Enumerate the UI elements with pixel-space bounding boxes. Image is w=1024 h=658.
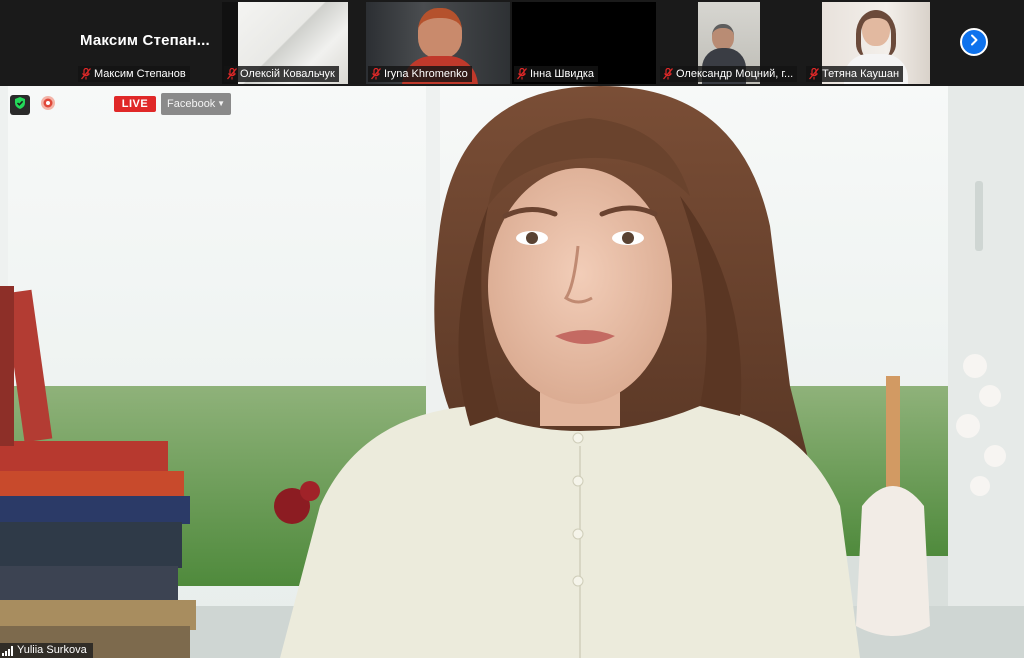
mic-muted-icon <box>517 68 527 80</box>
participant-name: Максим Степанов <box>94 68 186 80</box>
shield-check-icon <box>13 96 27 115</box>
participant-name-tag: Інна Швидка <box>514 66 599 82</box>
participant-name: Тетяна Каушан <box>822 68 900 80</box>
participant-name-tag: Олексій Ковальчук <box>224 66 339 82</box>
next-page-button[interactable] <box>960 28 988 56</box>
recording-indicator[interactable] <box>38 95 58 115</box>
chevron-right-icon <box>968 33 980 51</box>
participant-tile-3[interactable]: Iryna Khromenko <box>366 2 510 84</box>
participant-tile-5[interactable]: Олександр Моцний, г... <box>658 2 802 84</box>
participant-name: Iryna Khromenko <box>384 68 468 80</box>
participant-name: Інна Швидка <box>530 68 595 80</box>
mic-muted-icon <box>371 68 381 80</box>
participants-strip: Максим Степан... Максим Степанов Олексій… <box>0 0 1024 86</box>
participant-name-tag: Максим Степанов <box>78 66 190 82</box>
speaker-name-tag: Yuliia Surkova <box>0 643 93 658</box>
platform-label: Facebook <box>167 98 216 110</box>
mic-muted-icon <box>809 68 819 80</box>
recording-icon <box>40 95 56 116</box>
participant-name-tag: Тетяна Каушан <box>806 66 904 82</box>
live-platform-dropdown[interactable]: Facebook ▼ <box>161 93 231 115</box>
mic-muted-icon <box>81 68 91 80</box>
participant-tile-6[interactable]: Тетяна Каушан <box>804 2 948 84</box>
participant-tile-1[interactable]: Максим Степан... Максим Степанов <box>76 2 220 84</box>
mic-muted-icon <box>227 68 237 80</box>
participant-tile-4[interactable]: Інна Швидка <box>512 2 656 84</box>
live-badge: LIVE <box>114 96 156 112</box>
participant-name-tag: Iryna Khromenko <box>368 66 472 82</box>
mic-muted-icon <box>663 68 673 80</box>
speaker-name: Yuliia Surkova <box>17 644 87 656</box>
active-speaker-view: LIVE Facebook ▼ Yuliia Surkova <box>0 86 1024 658</box>
participant-name: Олександр Моцний, г... <box>676 68 794 80</box>
signal-bars-icon <box>2 645 13 656</box>
participant-tile-2[interactable]: Олексій Ковальчук <box>222 2 348 84</box>
participant-display-name: Максим Степан... <box>80 32 210 49</box>
participant-name-tag: Олександр Моцний, г... <box>660 66 798 82</box>
caret-down-icon: ▼ <box>217 99 225 108</box>
participant-name: Олексій Ковальчук <box>240 68 335 80</box>
speaker-video <box>0 86 1024 658</box>
encryption-status[interactable] <box>10 95 30 115</box>
